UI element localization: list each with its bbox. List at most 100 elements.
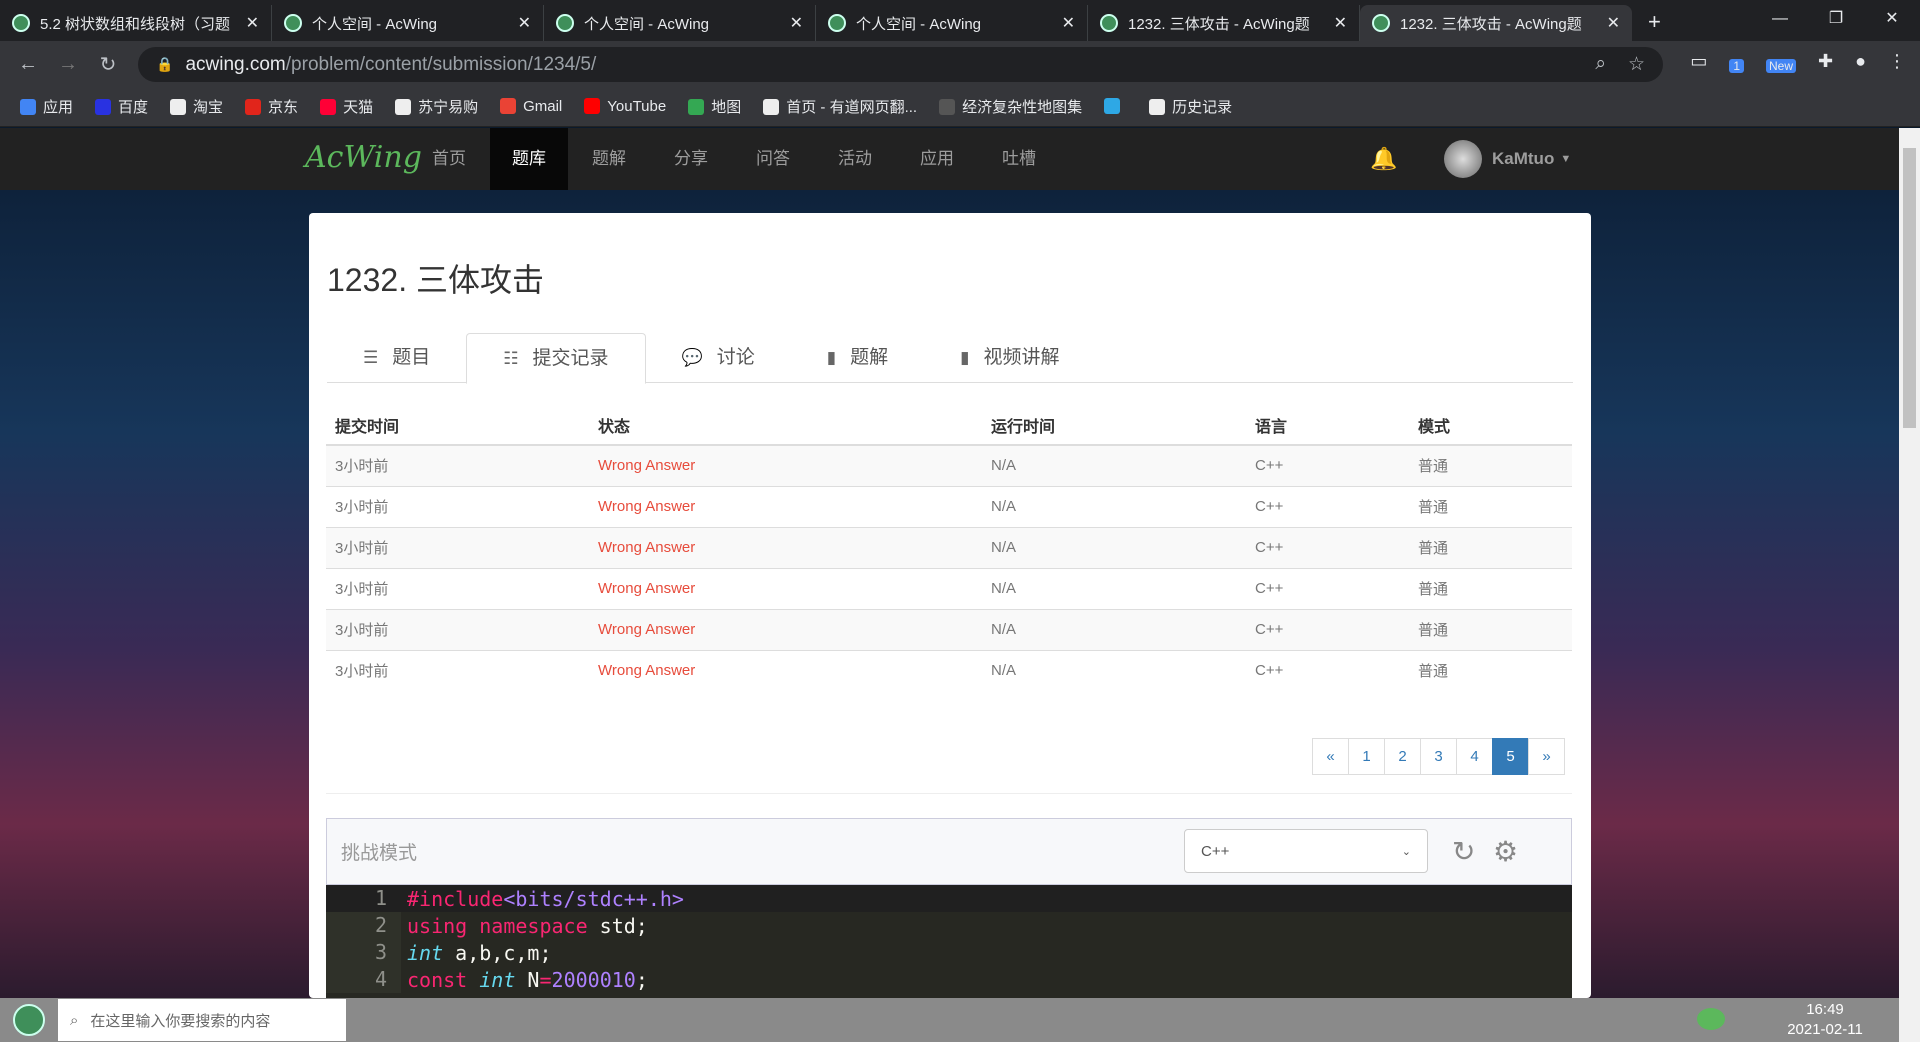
bookmark[interactable]: 地图 <box>688 96 741 117</box>
page-title: 1232. 三体攻击 <box>327 262 544 298</box>
favicon-icon <box>12 14 30 32</box>
status[interactable]: Wrong Answer <box>589 608 982 650</box>
close-tab-icon[interactable]: ✕ <box>790 13 803 33</box>
close-tab-icon[interactable]: ✕ <box>518 13 531 33</box>
extension-new[interactable]: New <box>1766 59 1797 73</box>
language: C++ <box>1246 485 1409 527</box>
minimize-button[interactable]: — <box>1752 0 1808 38</box>
tab-4[interactable]: ▮ 视频讲解 <box>924 333 1095 382</box>
browser-tab[interactable]: 1232. 三体攻击 - AcWing题 ✕ <box>1360 5 1632 41</box>
url-input[interactable]: 🔒 acwing.com/problem/content/submission/… <box>138 47 1663 82</box>
nav-item[interactable]: 题库 <box>490 128 568 190</box>
tab-3[interactable]: ▮ 题解 <box>791 333 924 382</box>
nav-item[interactable]: 分享 <box>650 128 732 190</box>
status[interactable]: Wrong Answer <box>589 526 982 568</box>
column-header: 状态 <box>589 405 982 446</box>
bookmark[interactable]: YouTube <box>584 98 666 115</box>
bookmark[interactable]: 天猫 <box>320 96 373 117</box>
status[interactable]: Wrong Answer <box>589 567 982 609</box>
line-number: 1 <box>326 885 401 912</box>
bookmark[interactable]: 苏宁易购 <box>395 96 478 117</box>
acwing-logo[interactable]: AcWing <box>305 140 422 175</box>
browser-tab[interactable]: 个人空间 - AcWing ✕ <box>544 5 816 41</box>
scrollbar-thumb[interactable] <box>1903 148 1916 428</box>
clock[interactable]: 16:49 2021-02-11 <box>1770 1000 1880 1040</box>
mode: 普通 <box>1409 649 1572 691</box>
bookmark[interactable]: 历史记录 <box>1149 96 1232 117</box>
reload-icon[interactable]: ↻ <box>88 52 128 77</box>
tab-2[interactable]: 💬 讨论 <box>646 333 791 382</box>
refresh-icon[interactable]: ↻ <box>1452 835 1475 868</box>
maximize-button[interactable]: ❐ <box>1808 0 1864 38</box>
browser-tab[interactable]: 个人空间 - AcWing ✕ <box>816 5 1088 41</box>
start-button[interactable] <box>0 998 58 1042</box>
browser-tab[interactable]: 1232. 三体攻击 - AcWing题 ✕ <box>1088 5 1360 41</box>
tab-label: 提交记录 <box>532 347 609 369</box>
runtime: N/A <box>982 608 1246 650</box>
tab-1[interactable]: ☷ 提交记录 <box>466 333 646 384</box>
gear-icon[interactable]: ⚙ <box>1493 835 1518 868</box>
table-row: 3小时前 Wrong Answer N/A C++ 普通 <box>326 526 1572 568</box>
language-select[interactable]: C++ ⌄ <box>1184 829 1428 873</box>
page-button[interactable]: » <box>1528 738 1565 775</box>
status[interactable]: Wrong Answer <box>589 485 982 527</box>
browser-tab[interactable]: 5.2 树状数组和线段树（习题 ✕ <box>0 5 272 41</box>
extension-badge[interactable]: 1 <box>1729 59 1745 73</box>
close-tab-icon[interactable]: ✕ <box>1607 13 1620 33</box>
bell-icon[interactable]: 🔔 <box>1370 146 1397 172</box>
bookmark[interactable]: 应用 <box>20 96 73 117</box>
bookmark-label: 经济复杂性地图集 <box>962 99 1083 116</box>
wechat-icon[interactable] <box>1697 1008 1725 1030</box>
mode: 普通 <box>1409 526 1572 568</box>
page-button[interactable]: 1 <box>1348 738 1385 775</box>
nav-item[interactable]: 应用 <box>896 128 978 190</box>
page-button[interactable]: « <box>1312 738 1349 775</box>
bookmark[interactable]: Gmail <box>500 98 562 115</box>
browser-tab[interactable]: 个人空间 - AcWing ✕ <box>272 5 544 41</box>
nav-item[interactable]: 活动 <box>814 128 896 190</box>
bookmark[interactable]: 经济复杂性地图集 <box>939 96 1082 117</box>
page-button[interactable]: 5 <box>1492 738 1529 775</box>
status[interactable]: Wrong Answer <box>589 444 982 486</box>
star-icon[interactable]: ☆ <box>1628 53 1645 76</box>
bookmark[interactable]: 首页 - 有道网页翻... <box>763 96 917 117</box>
nav-item[interactable]: 题解 <box>568 128 650 190</box>
menu-icon[interactable]: ⋮ <box>1888 51 1906 73</box>
nav-item[interactable]: 问答 <box>732 128 814 190</box>
taskbar-search[interactable]: ⌕ 在这里输入你要搜索的内容 <box>58 999 346 1041</box>
page-scrollbar[interactable] <box>1899 128 1920 1042</box>
tab-title: 个人空间 - AcWing <box>856 15 982 33</box>
close-tab-icon[interactable]: ✕ <box>1334 13 1347 33</box>
line-number: 3 <box>326 939 401 966</box>
cast-icon[interactable]: ▭ <box>1690 51 1707 73</box>
runtime: N/A <box>982 649 1246 691</box>
close-tab-icon[interactable]: ✕ <box>246 13 259 33</box>
puzzle-icon[interactable]: ✚ <box>1818 51 1833 73</box>
status[interactable]: Wrong Answer <box>589 649 982 691</box>
bookmark[interactable] <box>1104 98 1127 115</box>
tab-0[interactable]: ☰ 题目 <box>327 333 466 382</box>
back-icon[interactable]: ← <box>8 53 48 76</box>
user-menu[interactable]: KaMtuo ▼ <box>1444 140 1571 178</box>
zoom-icon[interactable]: ⌕ <box>1595 53 1606 76</box>
bookmark-label: 天猫 <box>343 99 374 116</box>
bookmark[interactable]: 百度 <box>95 96 148 117</box>
pagination: «1 2 3 4 5» <box>1312 738 1565 775</box>
profile-icon[interactable]: ● <box>1855 51 1866 73</box>
page-button[interactable]: 4 <box>1456 738 1493 775</box>
bookmark[interactable]: 京东 <box>245 96 298 117</box>
bookmark[interactable]: 淘宝 <box>170 96 223 117</box>
nav-item[interactable]: 吐槽 <box>978 128 1060 190</box>
forward-icon[interactable]: → <box>48 53 88 76</box>
code-editor[interactable]: 1 #include<bits/stdc++.h> 2 using namespac… <box>326 885 1572 998</box>
new-tab-button[interactable]: + <box>1648 9 1661 35</box>
page-button[interactable]: 3 <box>1420 738 1457 775</box>
close-window-button[interactable]: ✕ <box>1864 0 1920 38</box>
close-tab-icon[interactable]: ✕ <box>1062 13 1075 33</box>
problem-card: 1232. 三体攻击 ☰ 题目 ☷ 提交记录 💬 讨论 ▮ 题解 ▮ 视频讲解 提交时间 状态 运行时… <box>309 213 1591 998</box>
page-button[interactable]: 2 <box>1384 738 1421 775</box>
favicon-icon <box>556 14 574 32</box>
editor-toolbar: 挑战模式 C++ ⌄ ↻ ⚙ <box>326 818 1572 885</box>
nav-item[interactable]: 首页 <box>408 128 490 190</box>
bookmark-icon <box>688 99 705 115</box>
